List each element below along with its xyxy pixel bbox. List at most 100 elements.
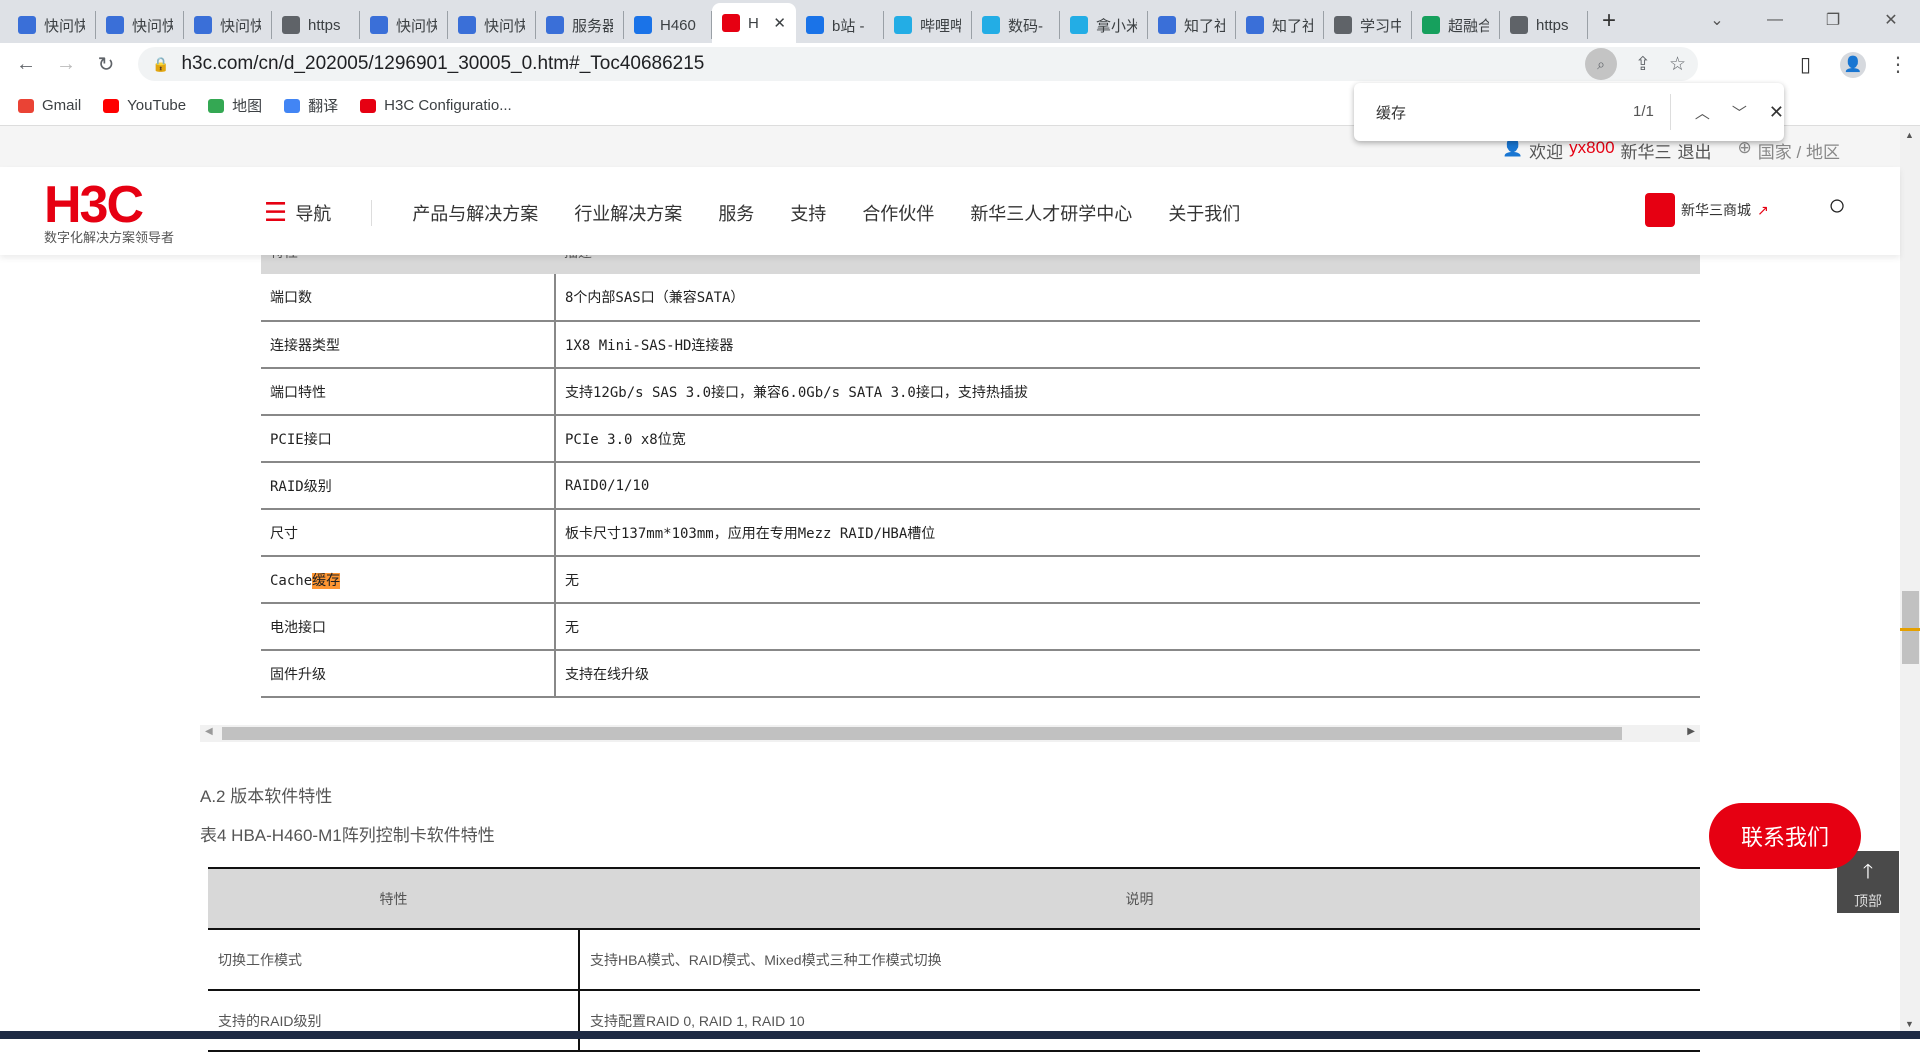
tab[interactable]: https	[1500, 11, 1588, 39]
shop-label: 新华三商城	[1681, 202, 1751, 218]
back-icon[interactable]: ←	[6, 53, 46, 76]
horizontal-scroll-thumb[interactable]	[222, 727, 1622, 740]
bookmark-label: H3C Configuratio...	[384, 97, 512, 114]
minimize-button[interactable]: —	[1746, 11, 1804, 29]
feature-cell: 支持的RAID级别	[208, 990, 580, 1052]
feature-name: RAID级别	[270, 478, 332, 495]
tab[interactable]: 学习中	[1324, 11, 1412, 39]
description-cell: 支持在线升级	[555, 650, 1700, 698]
tab[interactable]: 快问快	[184, 11, 272, 39]
vertical-scrollbar[interactable]: ▲ ▼	[1900, 126, 1920, 1031]
feature-name: 端口特性	[270, 384, 326, 401]
tab[interactable]: 服务器	[536, 11, 624, 39]
bookmark-star-icon[interactable]: ☆	[1669, 53, 1686, 76]
tab[interactable]: https	[272, 11, 360, 39]
tab[interactable]: H ✕	[712, 3, 796, 43]
side-panel-icon[interactable]: ▯	[1800, 52, 1811, 77]
search-icon[interactable]: ○	[1828, 189, 1846, 223]
find-input[interactable]: 缓存	[1376, 102, 1571, 123]
description-cell: 8个内部SAS口（兼容SATA）	[555, 274, 1700, 322]
menu-kebab-icon[interactable]: ⋮	[1888, 52, 1908, 77]
menu-item[interactable]: 合作伙伴	[862, 200, 934, 226]
find-icon[interactable]: ⌕	[1585, 48, 1618, 80]
bookmark[interactable]: H3C Configuratio...	[360, 97, 512, 114]
feature-cell: 端口特性	[261, 368, 556, 416]
description-cell: 1X8 Mini-SAS-HD连接器	[555, 321, 1700, 369]
bookmark-favicon-icon	[284, 98, 301, 113]
feature-cell: PCIE接口	[261, 415, 556, 463]
tab[interactable]: 快问快	[360, 11, 448, 39]
kuaiwen-icon	[370, 16, 388, 34]
tab[interactable]: 快问快	[8, 11, 96, 39]
kuaiwen-icon	[1158, 16, 1176, 34]
bilibili-icon	[1070, 16, 1088, 34]
globe-icon	[1510, 16, 1528, 34]
forward-icon[interactable]: →	[46, 53, 86, 76]
table-row: PCIE接口 PCIe 3.0 x8位宽	[261, 415, 1700, 463]
username-link[interactable]: yx800	[1569, 138, 1614, 163]
tab-search-icon[interactable]: ⌄	[1688, 10, 1746, 30]
scroll-left-icon[interactable]: ◀	[205, 726, 213, 737]
nav-toggle[interactable]: 导航	[295, 199, 373, 226]
find-close-icon[interactable]: ✕	[1769, 102, 1784, 123]
menu-item[interactable]: 行业解决方案	[574, 200, 682, 226]
description-cell: 无	[555, 603, 1700, 651]
tab[interactable]: 快问快	[96, 11, 184, 39]
profile-avatar[interactable]: 👤	[1840, 51, 1866, 78]
url-bar[interactable]: 🔒 h3c.com/cn/d_202005/1296901_30005_0.ht…	[138, 47, 1698, 81]
tab[interactable]: 知了社	[1148, 11, 1236, 39]
bookmark[interactable]: 翻译	[284, 95, 338, 116]
tab-title: b站 -	[832, 17, 865, 35]
menu-item[interactable]: 关于我们	[1168, 200, 1240, 226]
scroll-right-icon[interactable]: ▶	[1687, 726, 1695, 737]
tab-title: 拿小米	[1096, 17, 1137, 35]
menu-item[interactable]: 新华三人才研学中心	[970, 200, 1132, 226]
find-next-icon[interactable]: ﹀	[1732, 102, 1747, 123]
bookmark-label: 地图	[232, 98, 263, 115]
bookmark[interactable]: 地图	[208, 95, 262, 116]
search-icon	[634, 16, 652, 34]
tab[interactable]: H460	[624, 11, 712, 39]
tab[interactable]: 拿小米	[1060, 11, 1148, 39]
h3c-logo[interactable]: H3C	[44, 175, 144, 235]
bookmark[interactable]: Gmail	[18, 97, 81, 114]
feature-cell: RAID级别	[261, 462, 556, 510]
contact-us-button[interactable]: 联系我们	[1709, 803, 1861, 869]
scroll-up-icon[interactable]: ▲	[1905, 130, 1914, 140]
find-prev-icon[interactable]: ︿	[1695, 102, 1710, 123]
feature-name: PCIE接口	[270, 431, 332, 448]
scroll-down-icon[interactable]: ▼	[1905, 1019, 1914, 1029]
hamburger-icon[interactable]: ☰	[264, 197, 287, 228]
find-match-marker	[1900, 628, 1920, 631]
horizontal-scrollbar[interactable]: ◀ ▶	[200, 725, 1700, 742]
bookmark-favicon-icon	[208, 98, 225, 113]
menu-item[interactable]: 服务	[718, 200, 754, 226]
shop-link[interactable]: 新华三商城 ↗	[1645, 193, 1769, 227]
hardware-spec-table: 端口数 8个内部SAS口（兼容SATA） 连接器类型 1X8 Mini-SAS-HD连…	[261, 274, 1700, 698]
tab[interactable]: 知了社	[1236, 11, 1324, 39]
tab-title: 知了社	[1184, 17, 1225, 35]
new-tab-button[interactable]: +	[1602, 7, 1616, 35]
tab-title: 快问快	[220, 17, 261, 35]
kuaiwen-icon	[18, 16, 36, 34]
site-header: H3C 数字化解决方案领导者 ☰ 导航 产品与解决方案 行业解决方案 服务 支持 合作伙…	[0, 167, 1900, 255]
menu-item[interactable]: 产品与解决方案	[412, 200, 538, 226]
tab[interactable]: 快问快	[448, 11, 536, 39]
close-window-button[interactable]: ✕	[1862, 10, 1920, 30]
feature-cell: 连接器类型	[261, 321, 556, 369]
tab-title: 快问快	[396, 17, 437, 35]
menu-item[interactable]: 支持	[790, 200, 826, 226]
tab[interactable]: 超融合	[1412, 11, 1500, 39]
logout-link[interactable]: 退出	[1678, 138, 1712, 163]
bookmark[interactable]: YouTube	[103, 97, 186, 114]
close-tab-icon[interactable]: ✕	[773, 14, 786, 32]
share-icon[interactable]: ⇪	[1635, 53, 1651, 76]
bookmark-favicon-icon	[103, 98, 120, 113]
tab[interactable]: b站 -	[796, 11, 884, 39]
restore-button[interactable]: ❐	[1804, 10, 1862, 30]
address-bar-row: ← → ↻ 🔒 h3c.com/cn/d_202005/1296901_3000…	[0, 43, 1920, 86]
tab[interactable]: 数码-	[972, 11, 1060, 39]
reload-icon[interactable]: ↻	[86, 52, 126, 77]
tab[interactable]: 哔哩哔	[884, 11, 972, 39]
region-link[interactable]: 国家 / 地区	[1758, 138, 1840, 163]
